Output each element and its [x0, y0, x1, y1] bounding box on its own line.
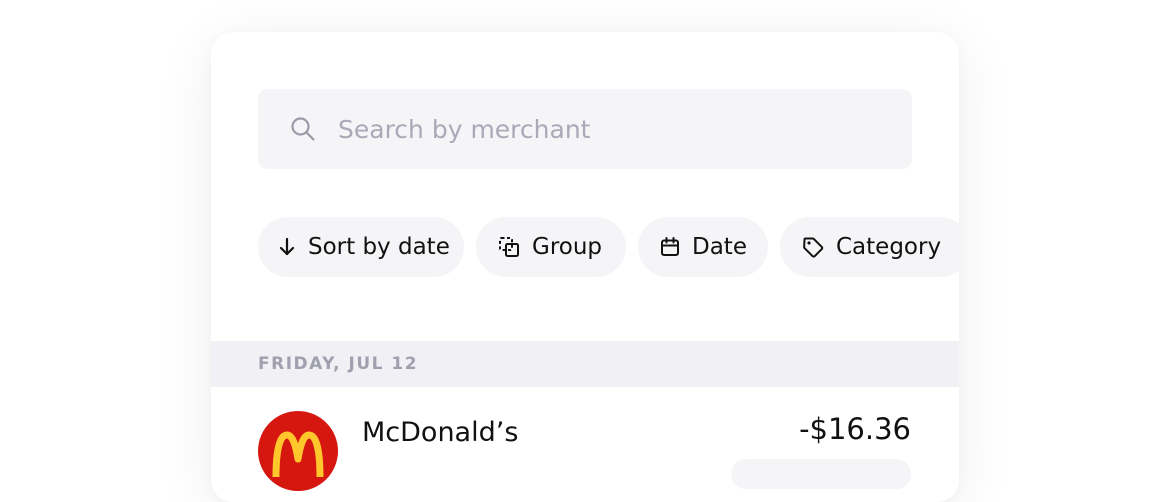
filter-chips: Sort by date Group Date Category — [258, 217, 959, 277]
sort-by-date-button[interactable]: Sort by date — [258, 217, 464, 277]
transactions-card: Sort by date Group Date Category — [211, 32, 959, 502]
merchant-name: McDonald’s — [362, 417, 519, 448]
category-filter-button[interactable]: Category — [780, 217, 959, 277]
date-header-label: FRIDAY, JUL 12 — [258, 354, 419, 374]
group-label: Group — [532, 234, 603, 260]
merchant-logo — [258, 411, 338, 491]
calendar-icon — [661, 237, 679, 256]
sort-by-date-label: Sort by date — [308, 234, 450, 260]
search-icon — [291, 117, 315, 141]
transaction-amount: -$16.36 — [799, 412, 911, 446]
arrow-down-icon — [279, 237, 295, 256]
transaction-row[interactable]: McDonald’s -$16.36 — [211, 387, 959, 502]
search-bar[interactable] — [258, 89, 912, 169]
date-filter-button[interactable]: Date — [638, 217, 768, 277]
category-badge — [731, 459, 911, 489]
group-icon — [499, 237, 519, 257]
group-button[interactable]: Group — [476, 217, 626, 277]
search-input[interactable] — [338, 89, 878, 169]
category-filter-label: Category — [836, 234, 942, 260]
date-filter-label: Date — [692, 234, 747, 260]
tag-icon — [803, 237, 824, 258]
golden-arches-icon — [272, 431, 324, 478]
date-section-header: FRIDAY, JUL 12 — [211, 341, 959, 387]
